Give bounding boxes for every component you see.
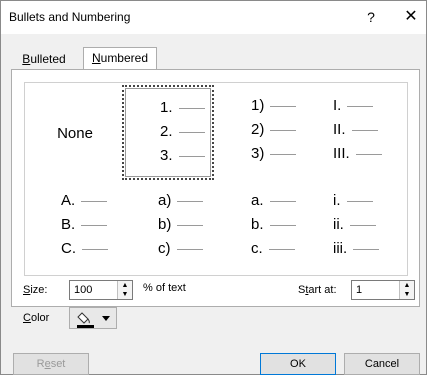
list-line: ii. bbox=[333, 214, 376, 236]
list-line: i. bbox=[333, 190, 373, 212]
list-marker: 2) bbox=[251, 121, 265, 138]
list-marker: B. bbox=[61, 216, 76, 233]
list-marker: 1) bbox=[251, 97, 265, 114]
tab-bulleted[interactable]: Bulleted bbox=[11, 49, 77, 69]
paint-bucket-icon bbox=[77, 312, 94, 328]
size-value: 100 bbox=[74, 284, 93, 296]
numbering-gallery: None 1. 2. 3. 1) 2) 3) I. II. III. A. B.… bbox=[24, 82, 408, 276]
size-suffix: % of text bbox=[143, 282, 186, 294]
list-marker: c) bbox=[158, 240, 171, 257]
list-marker: 1. bbox=[160, 99, 173, 116]
numbering-option-none[interactable]: None bbox=[29, 85, 121, 180]
list-marker: i. bbox=[333, 192, 341, 209]
tab-numbered[interactable]: Numbered bbox=[83, 47, 157, 70]
start-at-label: Start at: bbox=[298, 284, 337, 296]
start-at-spinbox[interactable]: 1 ▲ ▼ bbox=[351, 280, 415, 300]
list-line: I. bbox=[333, 95, 374, 117]
list-line: 2. bbox=[160, 121, 205, 143]
list-marker: a. bbox=[251, 192, 264, 209]
cancel-button[interactable]: Cancel bbox=[344, 353, 420, 375]
numbering-option-alpha-lower-paren[interactable]: a) b) c) bbox=[122, 180, 214, 275]
list-line: II. bbox=[333, 119, 378, 141]
start-at-spin-buttons[interactable]: ▲ ▼ bbox=[399, 281, 414, 299]
list-marker: C. bbox=[61, 240, 76, 257]
list-marker: c. bbox=[251, 240, 263, 257]
list-line: III. bbox=[333, 143, 382, 165]
list-line: 3. bbox=[160, 145, 205, 167]
color-accel: C bbox=[23, 312, 31, 324]
numbering-option-arabic-period[interactable]: 1. 2. 3. bbox=[122, 85, 214, 180]
numbering-option-roman-upper[interactable]: I. II. III. bbox=[311, 85, 403, 180]
list-line: c. bbox=[251, 238, 295, 260]
list-line: b) bbox=[158, 214, 204, 236]
size-label: Size: bbox=[23, 284, 47, 296]
color-label-text: olor bbox=[30, 312, 50, 324]
list-marker: a) bbox=[158, 192, 172, 209]
list-line: b. bbox=[251, 214, 296, 236]
list-marker: II. bbox=[333, 121, 346, 138]
list-line: a. bbox=[251, 190, 296, 212]
numbering-option-roman-lower[interactable]: i. ii. iii. bbox=[311, 180, 403, 275]
size-spinbox[interactable]: 100 ▲ ▼ bbox=[69, 280, 133, 300]
list-line: c) bbox=[158, 238, 203, 260]
size-spin-buttons[interactable]: ▲ ▼ bbox=[117, 281, 132, 299]
list-marker: b) bbox=[158, 216, 172, 233]
size-label-text: ize: bbox=[30, 284, 48, 296]
bullets-numbering-dialog: Bullets and Numbering ? ✕ Bulleted Numbe… bbox=[0, 0, 427, 375]
numbering-option-alpha-lower-period[interactable]: a. b. c. bbox=[217, 180, 309, 275]
chevron-down-icon bbox=[102, 316, 110, 321]
list-marker: A. bbox=[61, 192, 76, 209]
tab-numbered-label: umbered bbox=[100, 51, 149, 65]
list-line: 1. bbox=[160, 97, 205, 119]
list-line: 2) bbox=[251, 119, 297, 141]
start-at-value: 1 bbox=[356, 284, 363, 296]
tab-numbered-accel: N bbox=[91, 51, 101, 65]
start-at-label-text: art at: bbox=[308, 284, 337, 296]
title-bar: Bullets and Numbering ? ✕ bbox=[1, 1, 426, 34]
reset-label: set bbox=[50, 358, 66, 370]
list-marker: ii. bbox=[333, 216, 344, 233]
list-line: C. bbox=[61, 238, 108, 260]
list-line: 3) bbox=[251, 143, 297, 165]
none-label: None bbox=[57, 125, 93, 142]
list-line: 1) bbox=[251, 95, 297, 117]
color-picker-button[interactable] bbox=[69, 307, 117, 329]
close-button[interactable]: ✕ bbox=[399, 6, 423, 28]
list-line: a) bbox=[158, 190, 204, 212]
list-marker: iii. bbox=[333, 240, 348, 257]
list-line: iii. bbox=[333, 238, 380, 260]
list-marker: b. bbox=[251, 216, 264, 233]
list-line: B. bbox=[61, 214, 108, 236]
list-marker: I. bbox=[333, 97, 342, 114]
reset-label-pre: R bbox=[36, 358, 45, 370]
list-line: A. bbox=[61, 190, 108, 212]
tab-bulleted-label: ulleted bbox=[30, 52, 66, 66]
list-marker: 2. bbox=[160, 123, 173, 140]
list-marker: 3. bbox=[160, 147, 173, 164]
dialog-title: Bullets and Numbering bbox=[9, 10, 131, 24]
numbering-option-alpha-upper[interactable]: A. B. C. bbox=[29, 180, 121, 275]
color-label: Color bbox=[23, 312, 49, 324]
reset-button[interactable]: Reset bbox=[13, 353, 89, 375]
list-marker: 3) bbox=[251, 145, 265, 162]
numbering-option-arabic-paren[interactable]: 1) 2) 3) bbox=[217, 85, 309, 180]
ok-button[interactable]: OK bbox=[260, 353, 336, 375]
help-button[interactable]: ? bbox=[361, 7, 381, 27]
list-marker: III. bbox=[333, 145, 350, 162]
